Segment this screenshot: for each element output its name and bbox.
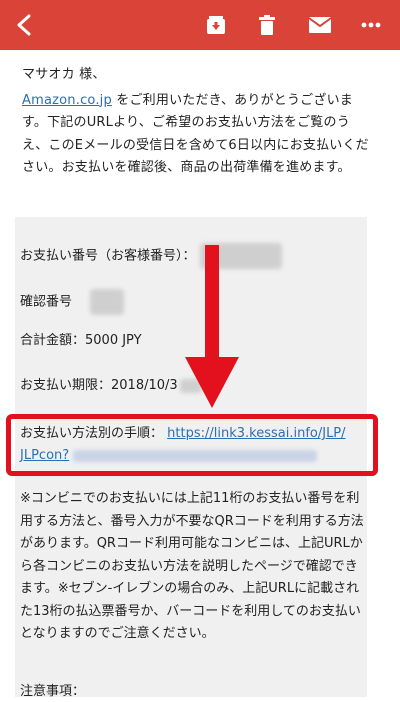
mail-button[interactable]	[302, 0, 338, 50]
greeting: マサオカ 様、	[22, 67, 106, 82]
back-button[interactable]	[4, 0, 44, 50]
more-options-button[interactable]	[354, 0, 388, 50]
red-down-arrow	[182, 245, 242, 414]
confirm-number-label: 確認番号	[20, 294, 73, 310]
archive-button[interactable]	[198, 0, 234, 50]
archive-icon	[207, 16, 225, 34]
deadline-prefix: お支払い期限：2018/10/3	[20, 378, 178, 393]
amazon-link[interactable]: Amazon.co.jp	[22, 93, 112, 108]
email-toolbar	[0, 0, 400, 50]
notes-heading: 注意事項：	[20, 684, 86, 699]
confirm-number-row: 確認番号	[20, 289, 125, 315]
confirm-number-redacted	[90, 289, 125, 315]
convenience-store-note: ※コンビニでのお支払いには上記11桁のお支払い番号を利用する方法と、番号入力が不…	[20, 491, 364, 641]
trash-icon	[259, 15, 275, 35]
envelope-icon	[309, 17, 331, 33]
delete-button[interactable]	[251, 0, 283, 50]
intro-paragraph: Amazon.co.jp をご利用いただき、ありがとうございます。下記のURLよ…	[22, 90, 372, 180]
highlight-frame	[6, 414, 378, 476]
more-dots-icon	[361, 22, 381, 28]
payment-number-row: お支払い番号（お客様番号）：	[20, 243, 282, 269]
payment-number-label: お支払い番号（お客様番号）：	[20, 248, 196, 264]
total-amount: 合計金額：5000 JPY	[20, 333, 142, 348]
back-arrow-icon	[17, 14, 31, 36]
email-body: マサオカ 様、 Amazon.co.jp をご利用いただき、ありがとうございます…	[22, 64, 372, 180]
